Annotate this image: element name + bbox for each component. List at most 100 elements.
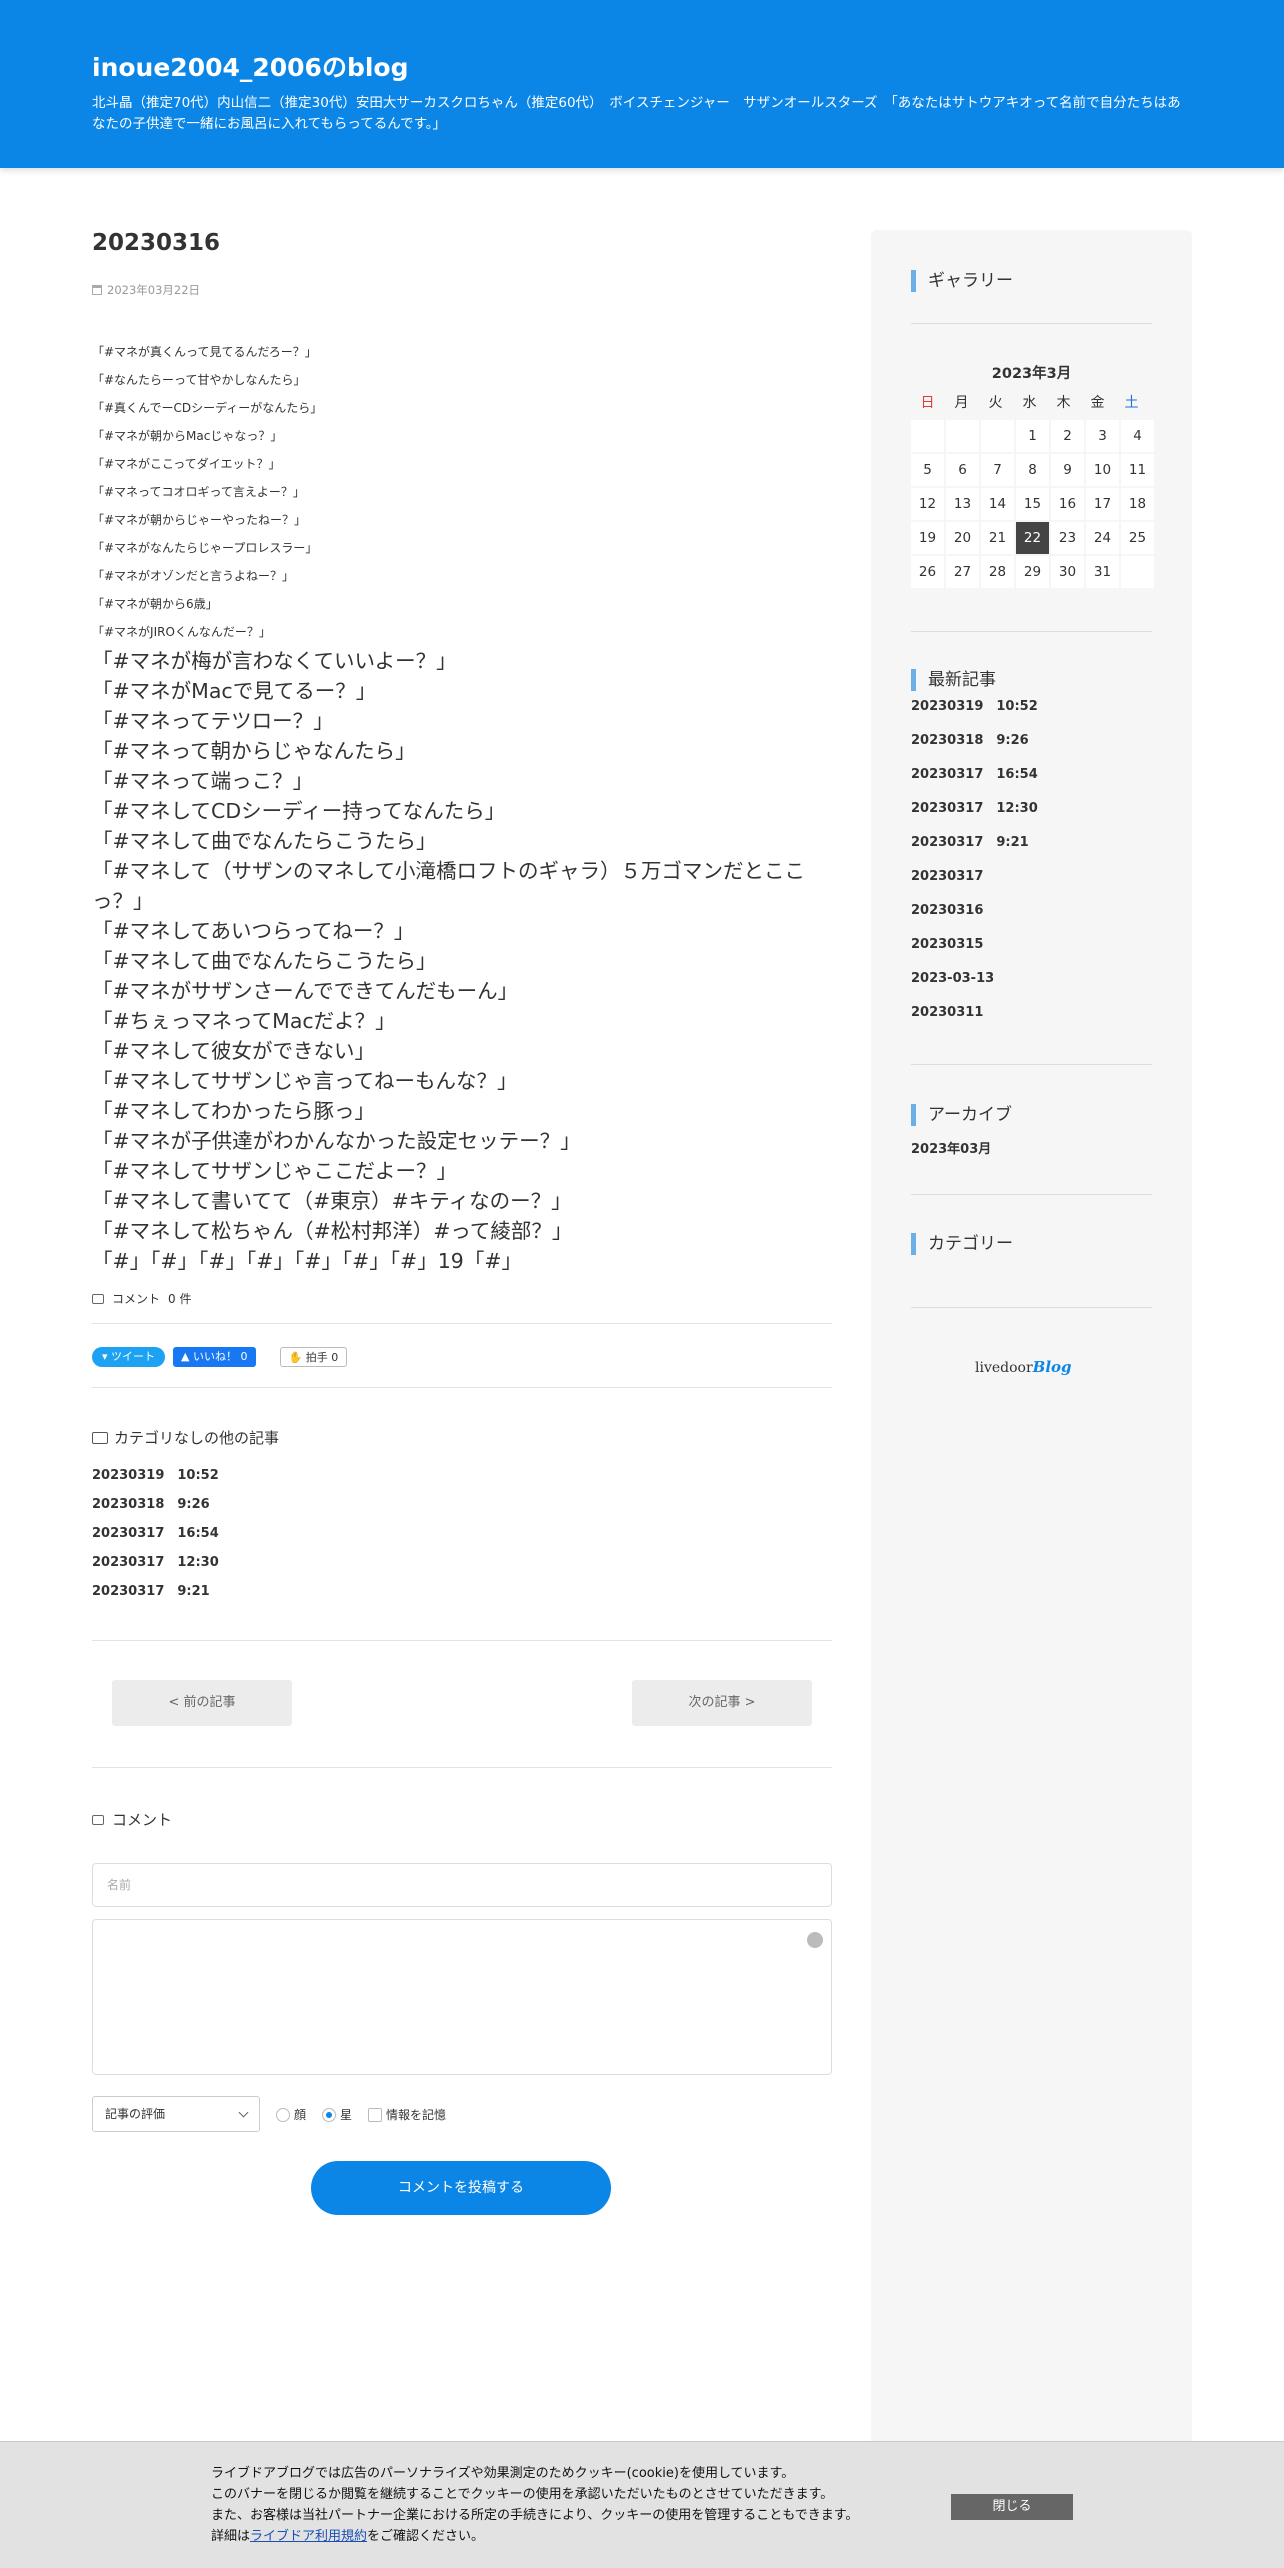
name-input[interactable] — [92, 1863, 832, 1907]
calendar-weekday: 火 — [988, 395, 1003, 411]
star-radio[interactable] — [322, 2107, 337, 2122]
calendar-day — [981, 420, 1014, 452]
calendar-day[interactable]: 21 — [981, 522, 1014, 554]
article-line: 「#マネして曲でなんたらこうたら」 — [92, 829, 437, 853]
recent-item[interactable]: 20230318 9:26 — [911, 731, 1038, 765]
calendar-day[interactable]: 13 — [946, 488, 979, 520]
calendar-day[interactable]: 28 — [981, 556, 1014, 588]
article-line: 「#マネがオゾンだと言うよねー？」 — [92, 569, 295, 583]
recent-item[interactable]: 20230316 — [911, 901, 1038, 935]
calendar-day[interactable]: 18 — [1121, 488, 1154, 520]
calendar-day[interactable]: 26 — [911, 556, 944, 588]
calendar-day[interactable]: 30 — [1051, 556, 1084, 588]
related-item[interactable]: 20230318 9:26 — [92, 1495, 219, 1524]
sidebar-divider — [911, 1064, 1152, 1065]
livedoor-blog-logo[interactable]: livedoorBlog — [975, 1358, 1072, 1376]
next-article-button[interactable]: 次の記事 > — [632, 1680, 812, 1726]
divider — [92, 1323, 832, 1324]
calendar-day[interactable]: 23 — [1051, 522, 1084, 554]
calendar-day[interactable]: 9 — [1051, 454, 1084, 486]
clap-button[interactable]: ✋ 拍手 0 — [279, 1347, 348, 1367]
cookie-banner: ライブドアブログでは広告のパーソナライズや効果測定のためクッキー(cookie)… — [0, 2441, 1284, 2568]
article-line: 「#マネがJIROくんなんだー？」 — [92, 625, 271, 639]
calendar-day[interactable]: 6 — [946, 454, 979, 486]
calendar-day[interactable]: 7 — [981, 454, 1014, 486]
recent-list: 20230319 10:52 20230318 9:26 20230317 16:5… — [911, 697, 1038, 1037]
cookie-line: ライブドアブログでは広告のパーソナライズや効果測定のためクッキー(cookie)… — [211, 2466, 795, 2481]
prev-article-button[interactable]: < 前の記事 — [112, 1680, 292, 1726]
article-line: 「#マネして書いてて（#東京）#キティなのー？」 — [92, 1189, 572, 1213]
twitter-bird-icon: ▾ — [102, 1350, 112, 1363]
article-line: 「#マネがMacで見てるー？」 — [92, 679, 377, 703]
sidebar-divider — [911, 1307, 1152, 1308]
comment-count[interactable]: コメント 0 件 — [92, 1290, 191, 1307]
article-title[interactable]: 20230316 — [92, 230, 832, 266]
comment-bubble-icon — [92, 1293, 104, 1304]
face-option[interactable]: 顔 — [276, 2106, 306, 2123]
facebook-like-button[interactable]: ▲ いいね！ 0 — [173, 1347, 256, 1367]
cookie-line: また、お客様は当社パートナー企業における所定の手続きにより、クッキーの使用を管理… — [211, 2508, 859, 2523]
tweet-label: ツイート — [111, 1350, 156, 1363]
related-item[interactable]: 20230317 9:21 — [92, 1582, 219, 1611]
calendar-day[interactable]: 10 — [1086, 454, 1119, 486]
article-line: 「#なんたらーって甘やかしなんたら」 — [92, 373, 306, 387]
blog-description: 北斗晶（推定70代）内山信二（推定30代）安田大サーカスクロちゃん（推定60代）… — [92, 95, 1181, 132]
related-item[interactable]: 20230319 10:52 — [92, 1466, 219, 1495]
recent-item[interactable]: 20230317 16:54 — [911, 765, 1038, 799]
remember-checkbox[interactable] — [368, 2107, 383, 2122]
calendar-day[interactable]: 12 — [911, 488, 944, 520]
article-line: 「#マネが朝からMacじゃなっ？」 — [92, 429, 283, 443]
article-line: 「#マネしてCDシーディー持ってなんたら」 — [92, 799, 506, 823]
related-item[interactable]: 20230317 12:30 — [92, 1553, 219, 1582]
recent-item[interactable]: 20230311 — [911, 1003, 1038, 1037]
star-option[interactable]: 星 — [322, 2106, 352, 2123]
calendar-day[interactable]: 20 — [946, 522, 979, 554]
recent-item[interactable]: 2023-03-13 — [911, 969, 1038, 1003]
calendar-day[interactable]: 24 — [1086, 522, 1119, 554]
calendar-day[interactable]: 14 — [981, 488, 1014, 520]
blog-title[interactable]: inoue2004_2006のblog — [92, 48, 409, 84]
calendar-day[interactable]: 27 — [946, 556, 979, 588]
calendar-day[interactable]: 5 — [911, 454, 944, 486]
calendar-day[interactable]: 4 — [1121, 420, 1154, 452]
calendar-day[interactable]: 19 — [911, 522, 944, 554]
comment-textarea[interactable] — [92, 1919, 832, 2075]
calendar-day — [911, 420, 944, 452]
calendar-day[interactable]: 29 — [1016, 556, 1049, 588]
archive-item[interactable]: 2023年03月 — [911, 1138, 991, 1157]
remember-option[interactable]: 情報を記憶 — [368, 2106, 446, 2123]
article-line: 「#マネが朝からじゃーやったねー？」 — [92, 513, 307, 527]
face-radio[interactable] — [276, 2107, 290, 2122]
calendar-day[interactable]: 2 — [1051, 420, 1084, 452]
calendar-day[interactable]: 8 — [1016, 454, 1049, 486]
smiley-icon[interactable] — [807, 1932, 823, 1948]
main-article: 20230316 2023年03月22日 「#マネが真くんって見てるんだろー？」… — [92, 230, 832, 2215]
calendar-day[interactable]: 3 — [1086, 420, 1119, 452]
terms-link[interactable]: ライブドア利用規約 — [250, 2529, 367, 2544]
calendar-day[interactable]: 22 — [1016, 522, 1049, 554]
submit-comment-button[interactable]: コメントを投稿する — [311, 2161, 611, 2215]
calendar-day[interactable]: 16 — [1051, 488, 1084, 520]
article-small-lines: 「#マネが真くんって見てるんだろー？」 「#なんたらーって甘やかしなんたら」 「#真… — [92, 338, 832, 646]
recent-item[interactable]: 20230315 — [911, 935, 1038, 969]
cookie-line: 詳細はライブドア利用規約をご確認ください。 — [211, 2526, 858, 2547]
sidebar: ギャラリー 2023年3月 日月火水木金土 1 2 3 4 5 6 7 8 9 10 11 12 13 1… — [871, 230, 1192, 2568]
sidebar-divider — [911, 323, 1152, 324]
archive-heading: アーカイブ — [911, 1104, 1012, 1126]
social-buttons: ▾ ツイート ▲ いいね！ 0 ✋ 拍手 0 — [92, 1347, 348, 1367]
calendar-day[interactable]: 15 — [1016, 488, 1049, 520]
calendar-day[interactable]: 11 — [1121, 454, 1154, 486]
recent-item[interactable]: 20230317 12:30 — [911, 799, 1038, 833]
article-line: 「#マネして松ちゃん（#松村邦洋）#って綾部？」 — [92, 1219, 573, 1243]
tweet-button[interactable]: ▾ ツイート — [92, 1347, 166, 1367]
cookie-close-button[interactable]: 閉じる — [951, 2494, 1073, 2520]
calendar-day[interactable]: 25 — [1121, 522, 1154, 554]
recent-item[interactable]: 20230317 — [911, 867, 1038, 901]
calendar-day[interactable]: 17 — [1086, 488, 1119, 520]
recent-item[interactable]: 20230317 9:21 — [911, 833, 1038, 867]
rating-select[interactable]: 記事の評価 — [92, 2096, 260, 2132]
related-item[interactable]: 20230317 16:54 — [92, 1524, 219, 1553]
recent-item[interactable]: 20230319 10:52 — [911, 697, 1038, 731]
calendar-day[interactable]: 1 — [1016, 420, 1049, 452]
calendar-day[interactable]: 31 — [1086, 556, 1119, 588]
